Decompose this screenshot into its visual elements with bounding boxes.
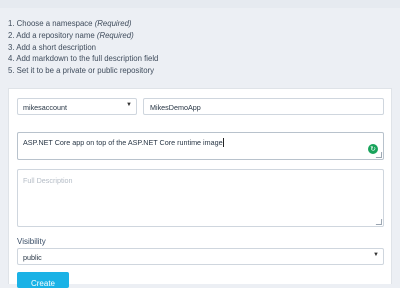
create-repository-form: mikesaccount ▼ MikesDemoApp ASP.NET Core… (8, 88, 392, 288)
repository-name-value: MikesDemoApp (150, 103, 201, 112)
create-button[interactable]: Create (17, 272, 69, 288)
instruction-item: 3. Add a short description (8, 42, 96, 52)
visibility-label: Visibility (17, 237, 46, 246)
namespace-select[interactable]: mikesaccount ▼ (17, 98, 137, 115)
full-description-textarea[interactable]: Full Description (17, 169, 384, 227)
visibility-value: public (23, 253, 42, 262)
top-strip (0, 0, 400, 8)
text-cursor (222, 138, 224, 147)
instructions-list: 1. Choose a namespace (Required) 2. Add … (8, 18, 392, 77)
namespace-value: mikesaccount (23, 103, 67, 112)
resize-handle[interactable] (375, 152, 383, 158)
instruction-item: 4. Add markdown to the full description … (8, 54, 159, 64)
resize-handle[interactable] (375, 219, 383, 225)
instruction-item: 1. Choose a namespace (Required) (8, 19, 132, 28)
instruction-item: 2. Add a repository name (Required) (8, 30, 134, 40)
instruction-item: 5. Set it to be a private or public repo… (8, 66, 155, 76)
short-description-input[interactable]: ASP.NET Core app on top of the ASP.NET C… (17, 132, 384, 160)
chevron-down-icon: ▼ (126, 102, 132, 108)
repository-name-input[interactable]: MikesDemoApp (143, 98, 384, 115)
full-description-placeholder: Full Description (23, 176, 73, 185)
short-description-value: ASP.NET Core app on top of the ASP.NET C… (23, 138, 223, 147)
visibility-select[interactable]: public ▼ (17, 248, 384, 265)
chevron-down-icon: ▼ (373, 252, 379, 258)
